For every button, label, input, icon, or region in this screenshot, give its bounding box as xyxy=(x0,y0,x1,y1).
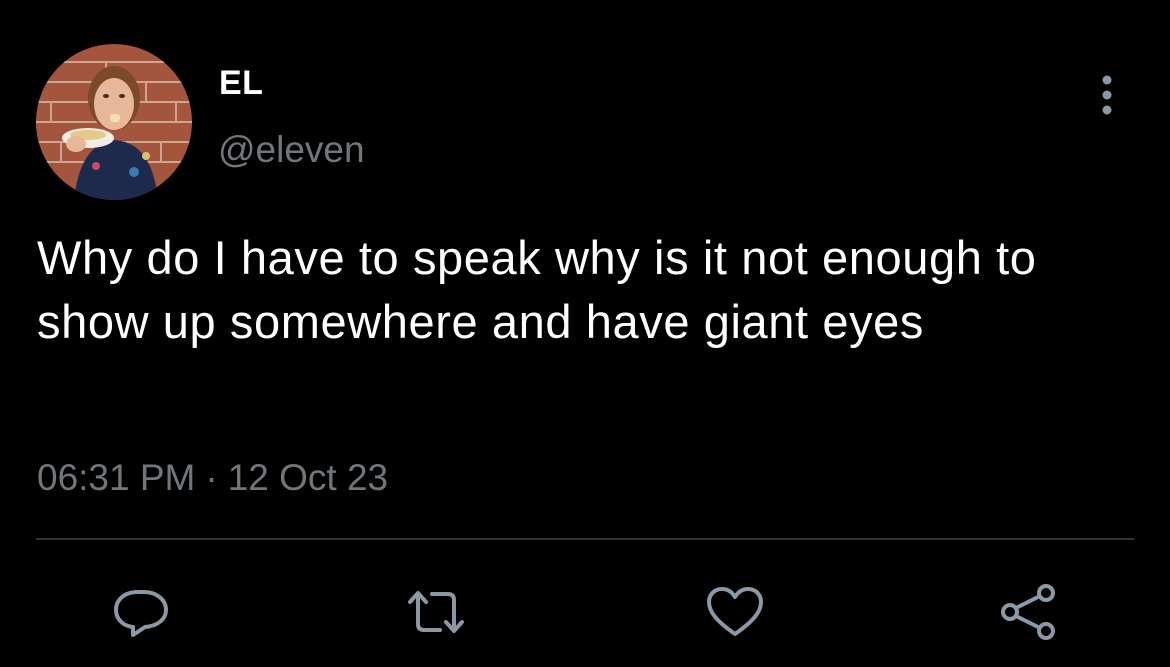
tweet-text: Why do I have to speak why is it not eno… xyxy=(37,231,1037,348)
reply-button[interactable] xyxy=(112,584,172,640)
meta-separator: · xyxy=(205,457,218,498)
heart-icon xyxy=(707,587,763,636)
avatar[interactable] xyxy=(36,44,192,200)
profile-photo xyxy=(36,44,192,200)
display-name[interactable]: EL xyxy=(219,63,263,103)
like-button[interactable] xyxy=(705,584,765,640)
tweet-date: 12 Oct 23 xyxy=(227,457,389,498)
divider xyxy=(36,538,1134,540)
speech-bubble-icon xyxy=(114,590,168,637)
user-handle[interactable]: @eleven xyxy=(218,129,365,171)
tweet-timestamp[interactable]: 06:31 PM · 12 Oct 23 xyxy=(37,455,388,501)
tweet-time: 06:31 PM xyxy=(37,457,196,498)
more-options-icon[interactable] xyxy=(1093,72,1121,118)
share-nodes-icon xyxy=(1001,584,1055,640)
retweet-button[interactable] xyxy=(406,584,466,640)
retweet-arrows-icon xyxy=(408,591,464,633)
share-button[interactable] xyxy=(1000,584,1060,640)
